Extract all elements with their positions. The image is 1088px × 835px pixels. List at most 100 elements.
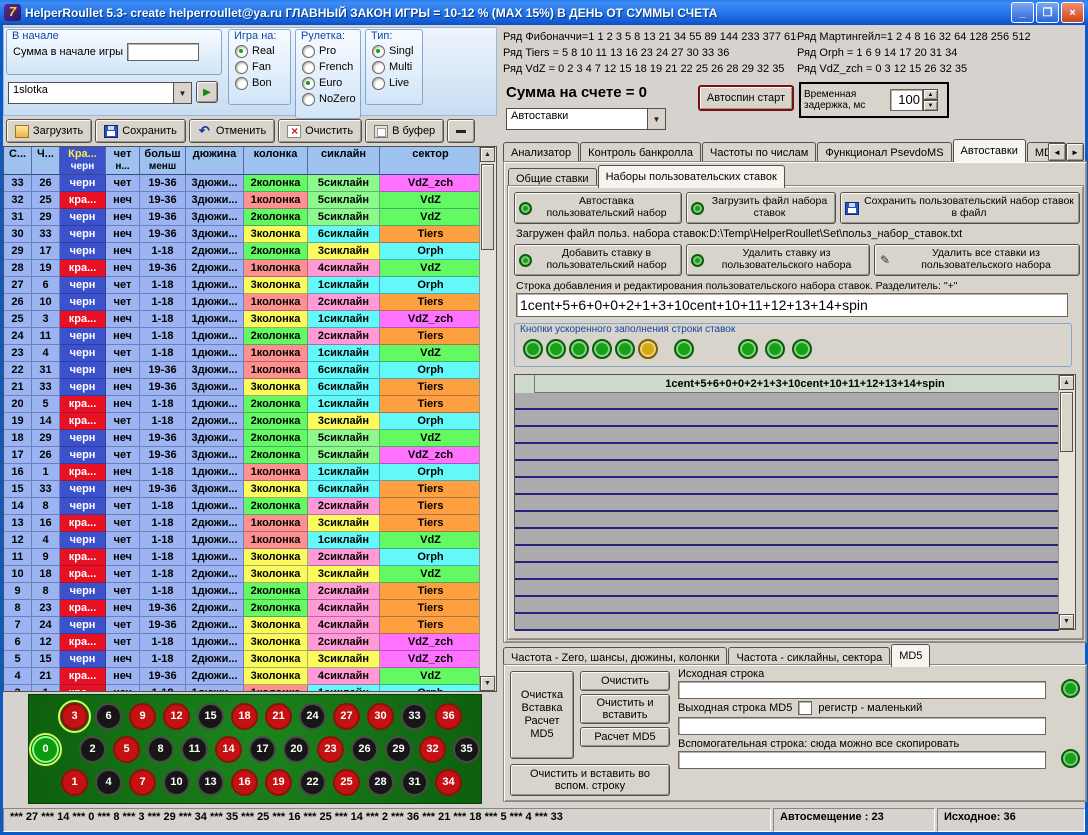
aux-string-input[interactable] [678, 751, 1046, 769]
history-row[interactable]: 724чернчет19-362дюжи...3колонка4сиклайнT… [4, 617, 482, 634]
list-row[interactable] [515, 427, 1059, 444]
radio-option-real[interactable]: Real [235, 43, 286, 59]
scroll-down-icon[interactable]: ▼ [480, 676, 495, 691]
undo-button[interactable]: Отменить [189, 119, 275, 143]
board-number-4[interactable]: 4 [95, 769, 122, 796]
history-row[interactable]: 1533черннеч19-363дюжи...3колонка6сиклайн… [4, 481, 482, 498]
list-row[interactable] [515, 495, 1059, 512]
radio-option-bon[interactable]: Bon [235, 75, 286, 91]
list-row[interactable] [515, 580, 1059, 597]
main-tab-2[interactable]: Контроль банкролла [580, 142, 701, 162]
board-number-18[interactable]: 18 [231, 703, 258, 730]
history-row[interactable]: 3033черннеч19-363дюжи...3колонка6сиклайн… [4, 226, 482, 243]
quick-chip-button-4[interactable] [592, 339, 612, 359]
source-string-input[interactable] [678, 681, 1046, 699]
board-number-22[interactable]: 22 [299, 769, 326, 796]
main-tab-1[interactable]: Анализатор [503, 142, 579, 162]
list-row[interactable] [515, 512, 1059, 529]
history-row[interactable]: 119кра...неч1-181дюжи...3колонка2сиклайн… [4, 549, 482, 566]
md5-calc-button[interactable]: Расчет MD5 [580, 727, 670, 747]
chevron-down-icon[interactable]: ▼ [647, 109, 665, 129]
board-number-13[interactable]: 13 [197, 769, 224, 796]
board-number-19[interactable]: 19 [265, 769, 292, 796]
scroll-up-icon[interactable]: ▲ [1059, 375, 1074, 390]
board-number-25[interactable]: 25 [333, 769, 360, 796]
history-row[interactable]: 98чернчет1-181дюжи...2колонка2сиклайнTie… [4, 583, 482, 600]
history-row[interactable]: 612кра...чет1-181дюжи...3колонка2сиклайн… [4, 634, 482, 651]
history-row[interactable]: 234чернчет1-181дюжи...1колонка1сиклайнVd… [4, 345, 482, 362]
subtab-2[interactable]: Наборы пользовательских ставок [598, 165, 785, 188]
quick-chip-button-8[interactable] [738, 339, 758, 359]
list-row[interactable] [515, 478, 1059, 495]
board-number-33[interactable]: 33 [401, 703, 428, 730]
board-number-29[interactable]: 29 [385, 736, 412, 763]
history-row[interactable]: 2411черннеч1-181дюжи...2колонка2сиклайнT… [4, 328, 482, 345]
board-number-35[interactable]: 35 [453, 736, 480, 763]
board-number-32[interactable]: 32 [419, 736, 446, 763]
list-scrollbar[interactable]: ▲ ▼ [1058, 375, 1075, 629]
board-number-36[interactable]: 36 [435, 703, 462, 730]
history-row[interactable]: 3225кра...неч19-363дюжи...1колонка5сикла… [4, 192, 482, 209]
board-number-7[interactable]: 7 [129, 769, 156, 796]
minimize-button[interactable]: _ [1011, 2, 1034, 23]
scroll-down-icon[interactable]: ▼ [1059, 614, 1074, 629]
play-button[interactable]: ▶ [196, 81, 218, 103]
board-number-14[interactable]: 14 [215, 736, 242, 763]
tab-scroll-right-icon[interactable]: ► [1066, 143, 1084, 161]
board-number-12[interactable]: 12 [163, 703, 190, 730]
radio-option-multi[interactable]: Multi [372, 59, 418, 75]
delay-value[interactable]: 100 [890, 89, 923, 111]
load-set-file-button[interactable]: Загрузить файл набора ставок [686, 192, 836, 224]
paste-chip-button[interactable] [1061, 749, 1080, 768]
main-tab-4[interactable]: Функционал PsevdoMS [817, 142, 951, 162]
history-row[interactable]: 1726чернчет19-363дюжи...2колонка5сиклайн… [4, 447, 482, 464]
history-row[interactable]: 1829черннеч19-363дюжи...2колонка5сиклайн… [4, 430, 482, 447]
quick-chip-button-6[interactable] [638, 339, 658, 359]
clear-button[interactable]: Очистить [278, 119, 362, 143]
minus-button[interactable] [447, 119, 475, 143]
history-row[interactable]: 2133черннеч19-363дюжи...3колонка6сиклайн… [4, 379, 482, 396]
maximize-button[interactable]: ❐ [1036, 2, 1059, 23]
history-row[interactable]: 253кра...неч1-181дюжи...3колонка1сиклайн… [4, 311, 482, 328]
delay-spinner[interactable]: 100 ▲ ▼ [890, 89, 938, 111]
board-number-9[interactable]: 9 [129, 703, 156, 730]
history-row[interactable]: 124чернчет1-181дюжи...1колонка1сиклайнVd… [4, 532, 482, 549]
md5-clear-paste-calc-button[interactable]: Очистка Вставка Расчет MD5 [510, 671, 574, 759]
board-number-20[interactable]: 20 [283, 736, 310, 763]
chevron-down-icon[interactable]: ▼ [173, 83, 191, 103]
radio-option-singl[interactable]: Singl [372, 43, 418, 59]
board-number-17[interactable]: 17 [249, 736, 276, 763]
history-row[interactable]: 2231черннеч19-363дюжи...1колонка6сиклайн… [4, 362, 482, 379]
history-row[interactable]: 3326чернчет19-363дюжи...2колонка5сиклайн… [4, 175, 482, 192]
tab-scroll-left-icon[interactable]: ◄ [1048, 143, 1066, 161]
board-number-1[interactable]: 1 [61, 769, 88, 796]
md5-clear-and-paste-button[interactable]: Очистить и вставить [580, 694, 670, 724]
board-number-21[interactable]: 21 [265, 703, 292, 730]
spinner-down-icon[interactable]: ▼ [923, 100, 938, 111]
list-row[interactable] [515, 393, 1059, 410]
history-row[interactable]: 148чернчет1-181дюжи...2колонка2сиклайнTi… [4, 498, 482, 515]
md5-clear-button[interactable]: Очистить [580, 671, 670, 691]
bet-string-input[interactable] [516, 293, 1068, 317]
board-number-23[interactable]: 23 [317, 736, 344, 763]
main-tab-3[interactable]: Частоты по числам [702, 142, 816, 162]
radio-option-nozero[interactable]: NoZero [302, 91, 356, 107]
history-row[interactable]: 205кра...неч1-181дюжи...2колонка1сиклайн… [4, 396, 482, 413]
history-row[interactable]: 161кра...неч1-181дюжи...1колонка1сиклайн… [4, 464, 482, 481]
history-row[interactable]: 2819кра...неч19-362дюжи...1колонка4сикла… [4, 260, 482, 277]
list-row[interactable] [515, 410, 1059, 427]
quick-chip-button-10[interactable] [792, 339, 812, 359]
table-scrollbar[interactable]: ▲ ▼ [479, 147, 496, 691]
quick-chip-button-3[interactable] [569, 339, 589, 359]
paste-chip-button[interactable] [1061, 679, 1080, 698]
board-number-31[interactable]: 31 [401, 769, 428, 796]
add-bet-button[interactable]: Добавить ставку в пользовательский набор [514, 244, 682, 276]
load-button[interactable]: Загрузить [6, 119, 92, 143]
remove-bet-button[interactable]: Удалить ставку из пользовательского набо… [686, 244, 870, 276]
titlebar[interactable]: 7 HelperRoullet 5.3- create helperroulle… [0, 0, 1088, 25]
quick-chip-button-2[interactable] [546, 339, 566, 359]
list-row[interactable] [515, 546, 1059, 563]
history-row[interactable]: 421кра...неч19-362дюжи...3колонка4сиклай… [4, 668, 482, 685]
autospin-start-button[interactable]: Автоспин старт [698, 85, 794, 111]
board-number-15[interactable]: 15 [197, 703, 224, 730]
